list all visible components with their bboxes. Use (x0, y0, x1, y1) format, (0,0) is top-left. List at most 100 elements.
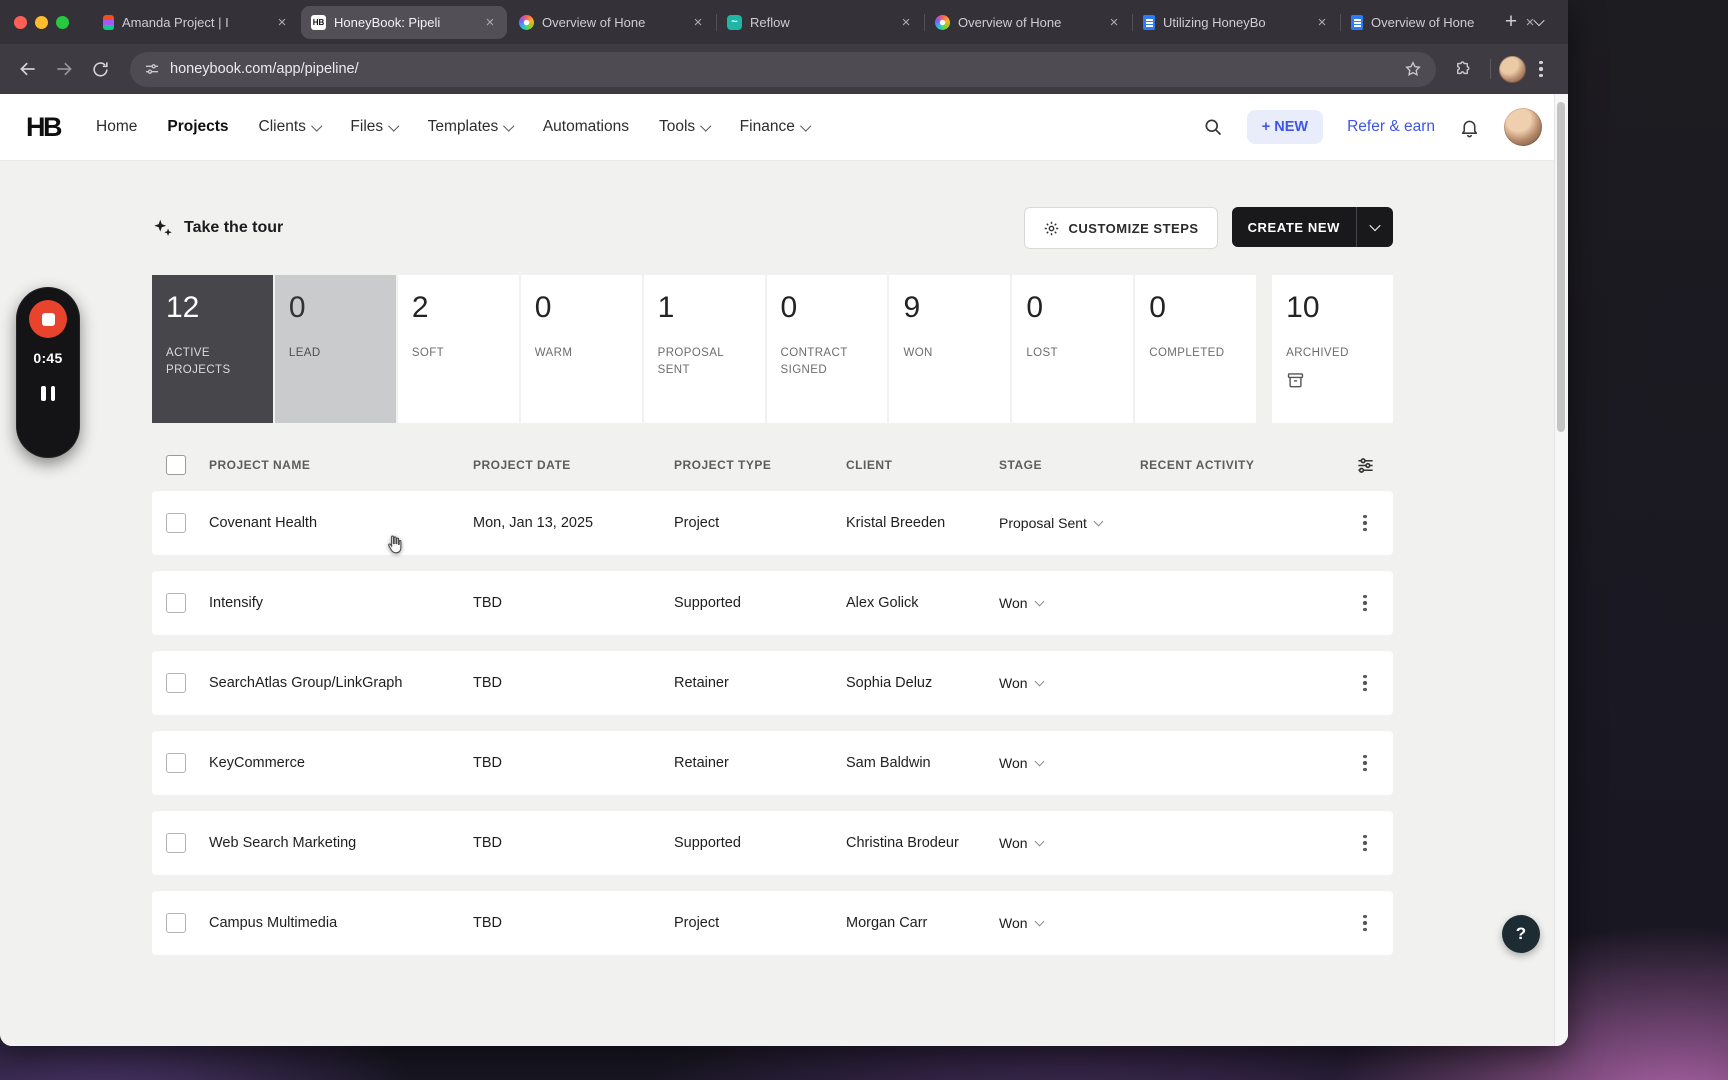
create-new-button[interactable]: CREATE NEW (1232, 207, 1393, 247)
stage-count: 0 (1149, 293, 1242, 323)
browser-menu-button[interactable] (1526, 54, 1556, 84)
row-menu-button[interactable] (1357, 749, 1373, 778)
nav-item-projects[interactable]: Projects (167, 118, 228, 136)
browser-tab[interactable]: Amanda Project | I × (93, 6, 299, 39)
address-bar[interactable]: honeybook.com/app/pipeline/ (130, 52, 1436, 87)
row-checkbox[interactable] (166, 673, 186, 693)
refer-earn-link[interactable]: Refer & earn (1347, 118, 1435, 136)
row-menu-button[interactable] (1357, 589, 1373, 618)
nav-label: Home (96, 118, 137, 136)
browser-tab[interactable]: ~ Reflow × (717, 6, 923, 39)
table-row[interactable]: Intensify TBD Supported Alex Golick Won (152, 571, 1393, 635)
row-checkbox[interactable] (166, 753, 186, 773)
pause-recording-button[interactable] (37, 382, 59, 405)
forward-button[interactable] (48, 53, 80, 85)
stage-card[interactable]: 0 LEAD (275, 275, 396, 423)
nav-item-templates[interactable]: Templates (428, 118, 513, 136)
stage-count: 0 (535, 293, 628, 323)
table-row[interactable]: Web Search Marketing TBD Supported Chris… (152, 811, 1393, 875)
column-settings-button[interactable] (1356, 456, 1375, 475)
stage-card[interactable]: 9 WON (889, 275, 1010, 423)
stage-card[interactable]: 0 WARM (521, 275, 642, 423)
nav-item-automations[interactable]: Automations (543, 118, 629, 136)
chevron-down-icon (1034, 676, 1044, 686)
create-new-dropdown[interactable] (1357, 207, 1393, 247)
table-row[interactable]: KeyCommerce TBD Retainer Sam Baldwin Won (152, 731, 1393, 795)
new-button[interactable]: + NEW (1247, 110, 1323, 144)
row-checkbox[interactable] (166, 593, 186, 613)
stage-card[interactable]: 10 ARCHIVED (1272, 275, 1393, 423)
extensions-icon[interactable] (1446, 53, 1478, 85)
stage-label: CONTRACT SIGNED (781, 345, 874, 380)
notifications-bell-icon[interactable] (1459, 117, 1480, 138)
take-the-tour-button[interactable]: Take the tour (152, 217, 283, 239)
stage-dropdown[interactable]: Won (987, 595, 1128, 611)
search-icon[interactable] (1203, 117, 1223, 137)
close-window-button[interactable] (14, 16, 27, 29)
projects-table-body: Covenant Health Mon, Jan 13, 2025 Projec… (152, 491, 1393, 955)
row-menu-button[interactable] (1357, 909, 1373, 938)
tab-close-icon[interactable]: × (1105, 13, 1123, 31)
tab-close-icon[interactable]: × (1313, 13, 1331, 31)
nav-item-home[interactable]: Home (96, 118, 137, 136)
tab-bar: Amanda Project | I × HB HoneyBook: Pipel… (0, 0, 1568, 44)
tab-close-icon[interactable]: × (481, 13, 499, 31)
browser-profile-avatar[interactable] (1499, 56, 1526, 83)
nav-item-clients[interactable]: Clients (259, 118, 321, 136)
select-all-checkbox[interactable] (166, 455, 186, 475)
tab-favicon (103, 15, 114, 30)
nav-item-finance[interactable]: Finance (740, 118, 810, 136)
reload-button[interactable] (84, 53, 116, 85)
stop-recording-button[interactable] (29, 300, 67, 338)
browser-tab[interactable]: Utilizing HoneyBo × (1133, 6, 1339, 39)
table-row[interactable]: Covenant Health Mon, Jan 13, 2025 Projec… (152, 491, 1393, 555)
stage-card[interactable]: 0 COMPLETED (1135, 275, 1256, 423)
stage-card[interactable]: 2 SOFT (398, 275, 519, 423)
row-menu-button[interactable] (1357, 829, 1373, 858)
stage-card[interactable]: 0 LOST (1012, 275, 1133, 423)
stage-card[interactable]: 12 ACTIVE PROJECTS (152, 275, 273, 423)
minimize-window-button[interactable] (35, 16, 48, 29)
sparkles-icon (152, 217, 174, 239)
nav-item-files[interactable]: Files (350, 118, 397, 136)
row-checkbox[interactable] (166, 833, 186, 853)
stage-card[interactable]: 1 PROPOSAL SENT (644, 275, 765, 423)
cell-project-type: Retainer (662, 675, 834, 691)
stage-dropdown[interactable]: Won (987, 835, 1128, 851)
tab-close-icon[interactable]: × (689, 13, 707, 31)
browser-tab[interactable]: Overview of Hone × (925, 6, 1131, 39)
site-settings-icon[interactable] (144, 61, 160, 77)
customize-steps-button[interactable]: CUSTOMIZE STEPS (1024, 207, 1218, 249)
browser-tab[interactable]: HB HoneyBook: Pipeli × (301, 6, 507, 39)
window-controls (0, 16, 83, 29)
cell-project-name: SearchAtlas Group/LinkGraph (197, 675, 461, 691)
row-checkbox[interactable] (166, 513, 186, 533)
row-checkbox[interactable] (166, 913, 186, 933)
stage-dropdown[interactable]: Won (987, 675, 1128, 691)
stage-label: LOST (1026, 345, 1119, 362)
cell-project-type: Project (662, 515, 834, 531)
row-menu-button[interactable] (1357, 509, 1373, 538)
tab-close-icon[interactable]: × (897, 13, 915, 31)
honeybook-logo[interactable]: HB (26, 112, 60, 143)
browser-tab[interactable]: Overview of Hone × (1341, 6, 1547, 39)
stage-card[interactable]: 0 CONTRACT SIGNED (767, 275, 888, 423)
nav-item-tools[interactable]: Tools (659, 118, 710, 136)
zoom-window-button[interactable] (56, 16, 69, 29)
bookmark-star-icon[interactable] (1404, 60, 1422, 78)
scrollbar-thumb[interactable] (1557, 102, 1565, 432)
profile-avatar[interactable] (1504, 108, 1542, 146)
back-button[interactable] (12, 53, 44, 85)
browser-tab[interactable]: Overview of Hone × (509, 6, 715, 39)
stage-value: Won (999, 915, 1028, 931)
stage-dropdown[interactable]: Won (987, 755, 1128, 771)
stage-dropdown[interactable]: Proposal Sent (987, 515, 1128, 531)
col-project-type: PROJECT TYPE (662, 458, 834, 472)
row-menu-button[interactable] (1357, 669, 1373, 698)
chevron-down-icon (701, 120, 712, 131)
stage-dropdown[interactable]: Won (987, 915, 1128, 931)
tab-close-icon[interactable]: × (273, 13, 291, 31)
help-button[interactable]: ? (1502, 915, 1540, 953)
table-row[interactable]: SearchAtlas Group/LinkGraph TBD Retainer… (152, 651, 1393, 715)
table-row[interactable]: Campus Multimedia TBD Project Morgan Car… (152, 891, 1393, 955)
